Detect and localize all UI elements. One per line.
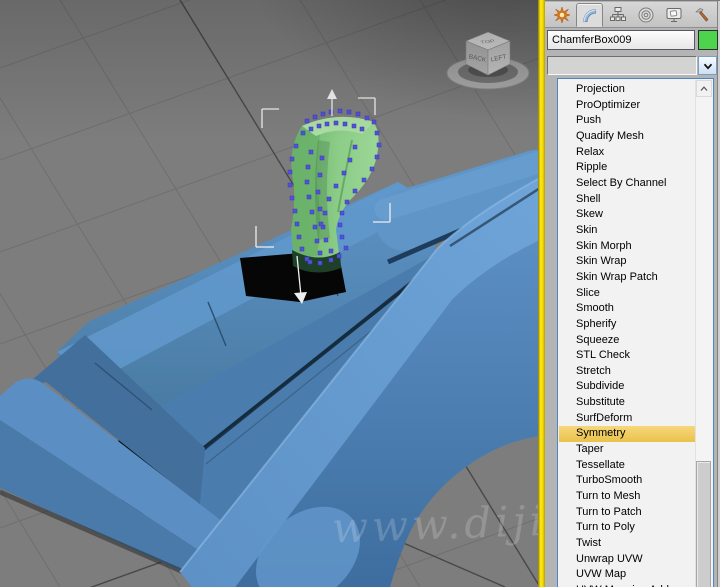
concentric-rings-icon: [638, 7, 653, 23]
modifier-item-symmetry[interactable]: Symmetry: [559, 426, 695, 443]
modifier-item-uvw-map[interactable]: UVW Map: [559, 567, 695, 583]
modifier-item-skin-wrap-patch[interactable]: Skin Wrap Patch: [559, 270, 695, 286]
modifier-item-taper[interactable]: Taper: [559, 442, 695, 458]
modifier-item-subdivide[interactable]: Subdivide: [559, 379, 695, 395]
modifier-item-skin[interactable]: Skin: [559, 223, 695, 239]
modifier-item-relax[interactable]: Relax: [559, 145, 695, 161]
modifier-item-skin-wrap[interactable]: Skin Wrap: [559, 254, 695, 270]
modifier-item-turn-to-poly[interactable]: Turn to Poly: [559, 520, 695, 536]
modifier-item-twist[interactable]: Twist: [559, 536, 695, 552]
modifier-item-select-by-channel[interactable]: Select By Channel: [559, 176, 695, 192]
modifier-combo-row: [547, 56, 718, 76]
modifier-item-turn-to-mesh[interactable]: Turn to Mesh: [559, 489, 695, 505]
tab-motion[interactable]: [632, 3, 659, 27]
modifier-item-stl-check[interactable]: STL Check: [559, 348, 695, 364]
viewcube[interactable]: TOP BACK LEFT: [446, 31, 530, 90]
modifier-item-squeeze[interactable]: Squeeze: [559, 333, 695, 349]
command-panel-tabs: [545, 2, 717, 28]
modifier-item-turbosmooth[interactable]: TurboSmooth: [559, 473, 695, 489]
scrollbar-thumb[interactable]: [696, 461, 711, 587]
tab-display[interactable]: [660, 3, 687, 27]
modifier-item-turn-to-patch[interactable]: Turn to Patch: [559, 505, 695, 521]
sofa[interactable]: [0, 143, 540, 587]
modifier-item-stretch[interactable]: Stretch: [559, 364, 695, 380]
modifier-list-combobox[interactable]: [547, 56, 697, 75]
object-name-input[interactable]: [547, 30, 695, 50]
modifier-item-skin-morph[interactable]: Skin Morph: [559, 239, 695, 255]
modifier-item-smooth[interactable]: Smooth: [559, 301, 695, 317]
scene-svg: TOP BACK LEFT: [0, 0, 540, 587]
starburst-create-icon: [552, 6, 571, 24]
viewport[interactable]: TOP BACK LEFT www.dijitald: [0, 0, 540, 587]
modifier-item-uvw-mapping-add[interactable]: UVW Mapping Add: [559, 583, 695, 587]
monitor-icon: [666, 8, 681, 22]
modifier-item-quadify-mesh[interactable]: Quadify Mesh: [559, 129, 695, 145]
modifier-item-projection[interactable]: Projection: [559, 82, 695, 98]
modifier-item-skew[interactable]: Skew: [559, 207, 695, 223]
modifier-item-push[interactable]: Push: [559, 113, 695, 129]
scrollbar-up-button[interactable]: [696, 80, 712, 97]
tab-create[interactable]: [548, 3, 575, 27]
modifier-item-spherify[interactable]: Spherify: [559, 317, 695, 333]
node-tree-icon: [609, 7, 626, 21]
tab-hierarchy[interactable]: [604, 3, 631, 27]
chevron-down-icon: [703, 63, 712, 70]
3dsmax-window: TOP BACK LEFT www.dijitald ChamferBox009…: [0, 0, 720, 587]
combobox-dropdown-button[interactable]: [698, 56, 717, 75]
tab-modify[interactable]: [576, 3, 603, 27]
modifier-item-shell[interactable]: Shell: [559, 192, 695, 208]
modifier-list: Projection ProOptimizer Push Quadify Mesh Re…: [559, 80, 695, 587]
modifier-item-surfdeform[interactable]: SurfDeform: [559, 411, 695, 427]
modifier-item-unwrap-uvw[interactable]: Unwrap UVW: [559, 552, 695, 568]
command-panel: ProjectionProOptimizerPushQuadify MeshRe…: [545, 0, 720, 587]
object-name-row: [547, 30, 718, 51]
viewport-active-border: [538, 0, 545, 587]
modifier-item-ripple[interactable]: Ripple: [559, 160, 695, 176]
modifier-item-slice[interactable]: Slice: [559, 286, 695, 302]
tab-utilities[interactable]: [688, 3, 715, 27]
modifier-item-tessellate[interactable]: Tessellate: [559, 458, 695, 474]
bend-arc-modify-icon: [582, 9, 596, 22]
chevron-up-icon: [700, 85, 708, 91]
hammer-icon: [694, 8, 708, 22]
modifier-item-prooptimizer[interactable]: ProOptimizer: [559, 98, 695, 114]
object-color-swatch[interactable]: [698, 30, 718, 50]
modifier-item-substitute[interactable]: Substitute: [559, 395, 695, 411]
dropdown-scrollbar: [695, 80, 712, 587]
modifier-dropdown-list: Projection ProOptimizer Push Quadify Mesh Re…: [557, 78, 714, 587]
